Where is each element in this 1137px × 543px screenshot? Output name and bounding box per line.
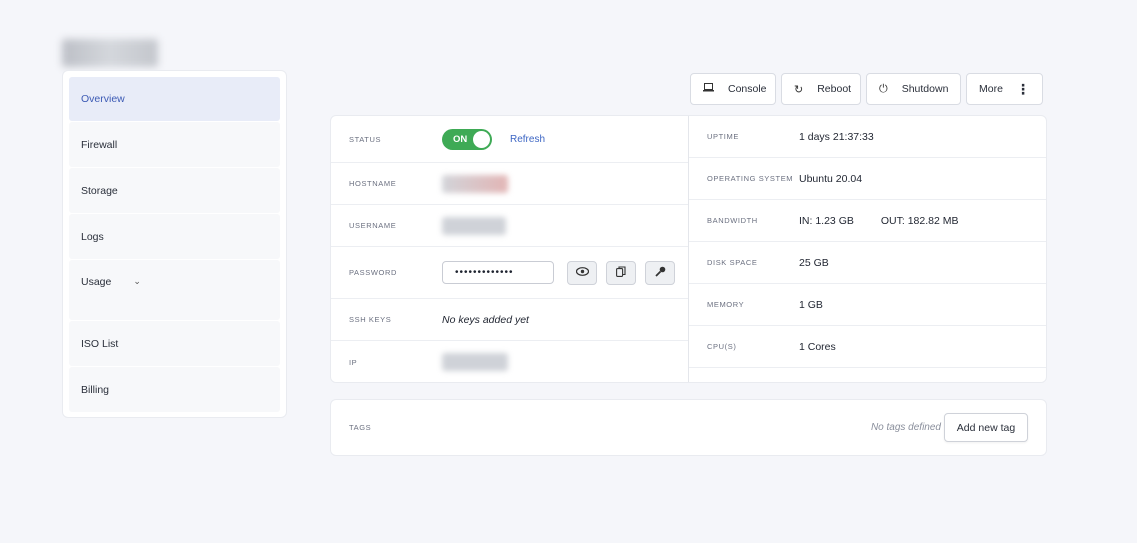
memory-value: 1 GB xyxy=(799,298,823,311)
chevron-down-icon: ⌄ xyxy=(133,276,141,286)
reset-password-button[interactable] xyxy=(645,260,675,285)
sidebar-item-label: Firewall xyxy=(81,138,118,151)
more-label: More xyxy=(979,83,1003,95)
sidebar-item-label: Usage xyxy=(81,276,112,288)
sidebar-item-billing[interactable]: Billing xyxy=(69,367,280,412)
username-value-redacted xyxy=(442,216,506,235)
ip-row: IP xyxy=(331,341,688,382)
console-button[interactable]: Console xyxy=(690,73,776,105)
password-field[interactable]: ••••••••••••• xyxy=(442,261,554,284)
os-row: OPERATING SYSTEM Ubuntu 20.04 xyxy=(689,158,1046,200)
reboot-label: Reboot xyxy=(817,83,852,95)
cpu-value: 1 Cores xyxy=(799,340,836,353)
sidebar-item-firewall[interactable]: Firewall xyxy=(69,122,280,167)
shutdown-label: Shutdown xyxy=(901,83,949,95)
sidebar-item-overview[interactable]: Overview xyxy=(69,77,280,121)
status-row: STATUS ON Refresh xyxy=(331,116,688,163)
reboot-button[interactable]: ↻ Reboot xyxy=(781,73,861,105)
refresh-link[interactable]: Refresh xyxy=(510,134,545,145)
hostname-value-redacted xyxy=(442,174,508,193)
sidebar-item-storage[interactable]: Storage xyxy=(69,168,280,213)
uptime-value: 1 days 21:37:33 xyxy=(799,130,874,143)
show-password-button[interactable] xyxy=(567,260,597,285)
power-icon: ⏻ xyxy=(879,82,888,95)
server-info-left: STATUS ON Refresh HOSTNAME USERNAME PASS… xyxy=(331,116,689,382)
refresh-icon: ↻ xyxy=(794,83,804,96)
os-label: OPERATING SYSTEM xyxy=(707,174,794,183)
action-toolbar: Console ↻ Reboot ⏻ Shutdown More ⋮ xyxy=(690,73,1043,105)
sidebar-item-iso-list[interactable]: ISO List xyxy=(69,321,280,366)
copy-password-button[interactable] xyxy=(606,260,636,285)
toggle-label: ON xyxy=(453,133,468,145)
password-row: PASSWORD ••••••••••••• xyxy=(331,247,688,299)
os-value: Ubuntu 20.04 xyxy=(799,172,863,185)
disk-space-row: DISK SPACE 25 GB xyxy=(689,242,1046,284)
hostname-row: HOSTNAME xyxy=(331,163,688,205)
cpu-row: CPU(S) 1 Cores xyxy=(689,326,1046,368)
copy-icon xyxy=(616,265,626,280)
more-button[interactable]: More ⋮ xyxy=(966,73,1043,105)
bandwidth-row: BANDWIDTH IN: 1.23 GB OUT: 182.82 MB xyxy=(689,200,1046,242)
key-icon xyxy=(654,266,666,280)
tags-label: TAGS xyxy=(349,423,372,432)
sidebar-item-logs[interactable]: Logs xyxy=(69,214,280,259)
sidebar-item-label: Logs xyxy=(81,230,104,243)
cpu-label: CPU(S) xyxy=(707,342,737,351)
memory-row: MEMORY 1 GB xyxy=(689,284,1046,326)
ip-value-redacted xyxy=(442,353,508,371)
status-toggle[interactable]: ON xyxy=(442,128,492,150)
uptime-row: UPTIME 1 days 21:37:33 xyxy=(689,116,1046,158)
sidebar-item-label: Storage xyxy=(81,184,118,197)
password-label: PASSWORD xyxy=(349,268,397,277)
hostname-label: HOSTNAME xyxy=(349,179,397,188)
server-info-right: UPTIME 1 days 21:37:33 OPERATING SYSTEM … xyxy=(689,116,1046,382)
shutdown-button[interactable]: ⏻ Shutdown xyxy=(866,73,961,105)
ssh-keys-value: No keys added yet xyxy=(442,313,529,326)
laptop-icon xyxy=(703,83,714,95)
sidebar-item-label: ISO List xyxy=(81,337,119,350)
sidebar-item-label: Billing xyxy=(81,383,110,396)
username-row: USERNAME xyxy=(331,205,688,247)
status-label: STATUS xyxy=(349,134,382,144)
memory-label: MEMORY xyxy=(707,300,745,309)
bandwidth-out-value: OUT: 182.82 MB xyxy=(880,214,959,227)
ssh-keys-label: SSH KEYS xyxy=(349,315,392,324)
bandwidth-in-value: IN: 1.23 GB xyxy=(799,214,854,227)
uptime-label: UPTIME xyxy=(707,132,739,141)
toggle-knob xyxy=(473,130,490,148)
ssh-keys-row: SSH KEYS No keys added yet xyxy=(331,299,688,341)
disk-space-value: 25 GB xyxy=(799,256,829,269)
server-info-card: STATUS ON Refresh HOSTNAME USERNAME PASS… xyxy=(330,115,1047,383)
sidebar-item-label: Overview xyxy=(81,93,125,105)
tags-card: TAGS No tags defined Add new tag xyxy=(330,399,1047,456)
bandwidth-label: BANDWIDTH xyxy=(707,216,758,225)
disk-space-label: DISK SPACE xyxy=(707,258,758,267)
ip-label: IP xyxy=(349,357,358,367)
eye-icon xyxy=(575,266,589,279)
console-label: Console xyxy=(728,83,767,95)
page-title xyxy=(62,39,158,67)
username-label: USERNAME xyxy=(349,221,397,230)
sidebar: Overview Firewall Storage Logs Usage ⌄ I… xyxy=(62,70,287,418)
no-tags-text: No tags defined xyxy=(870,422,941,433)
vertical-dots-icon: ⋮ xyxy=(1016,81,1030,97)
sidebar-item-usage[interactable]: Usage ⌄ xyxy=(69,260,280,320)
add-tag-button[interactable]: Add new tag xyxy=(944,413,1028,442)
